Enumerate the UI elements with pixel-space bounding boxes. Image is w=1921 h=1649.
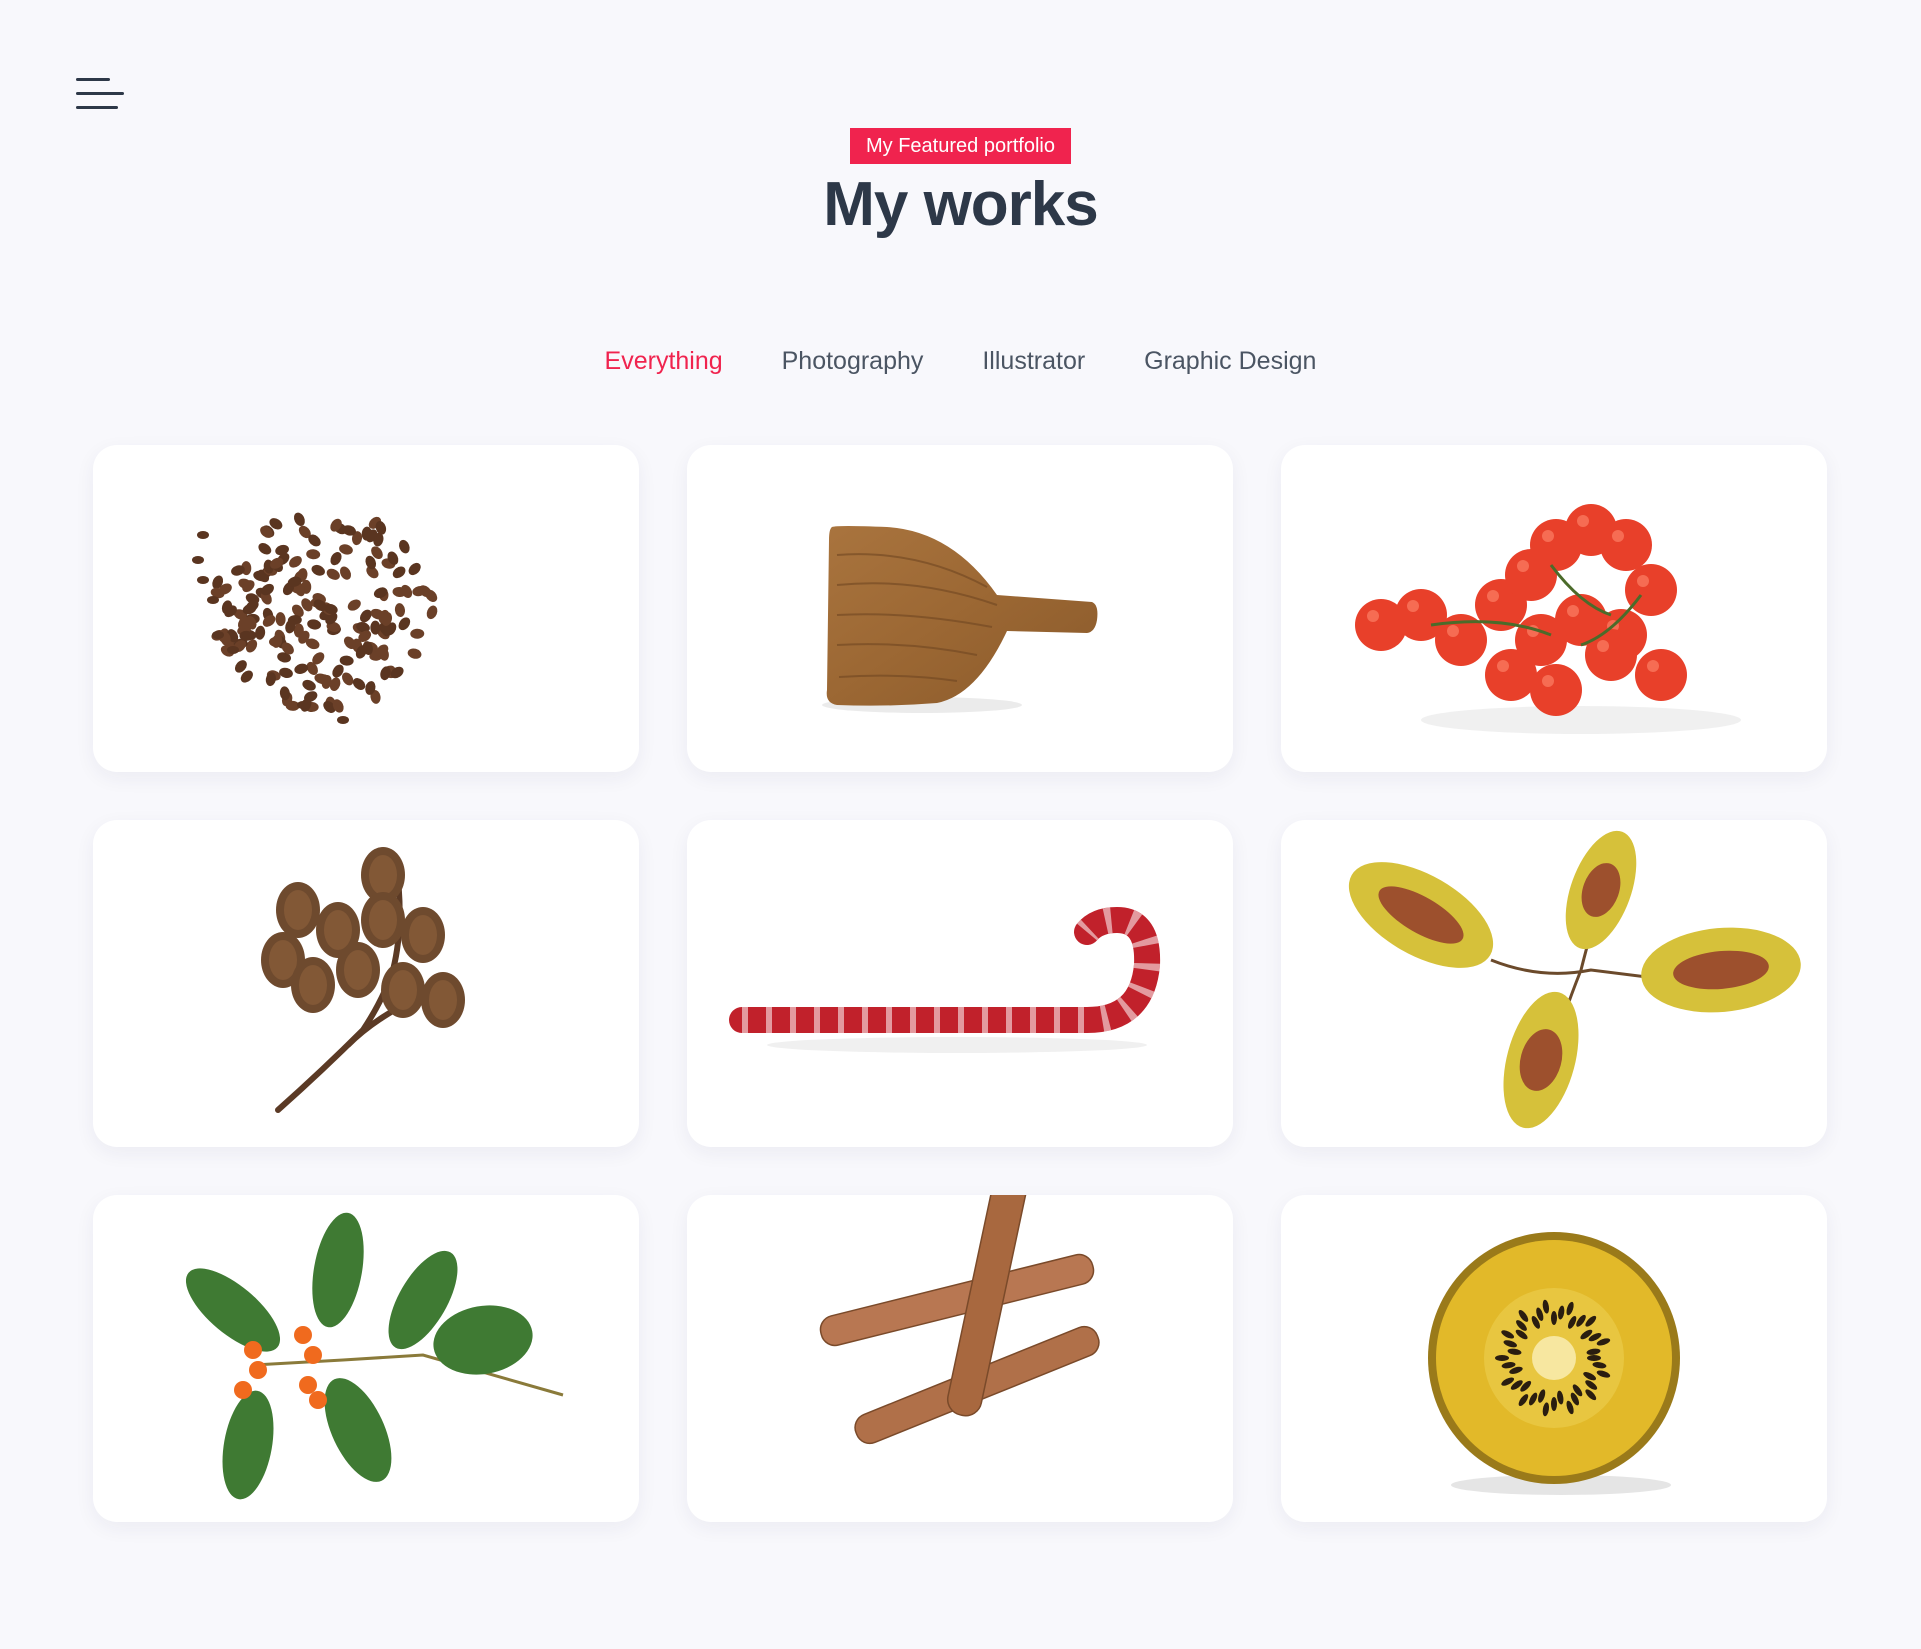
portfolio-item-tomatoes[interactable]: [1281, 445, 1827, 772]
filter-tab-everything[interactable]: Everything: [605, 347, 723, 376]
filter-tab-photography[interactable]: Photography: [782, 347, 924, 376]
cinnamon-sticks-image: [819, 1195, 1100, 1445]
portfolio-item-coleus-leaves[interactable]: [1281, 820, 1827, 1147]
portfolio-item-coffee-beans[interactable]: [93, 445, 639, 772]
cutting-board-image: [822, 526, 1098, 713]
alder-cones-image: [261, 847, 465, 1113]
berry-branch-image: [185, 1212, 564, 1500]
portfolio-item-berry-branch[interactable]: [93, 1195, 639, 1522]
page-title: My works: [823, 170, 1099, 239]
hamburger-menu-icon[interactable]: [76, 78, 126, 112]
portfolio-item-cinnamon-sticks[interactable]: [687, 1195, 1233, 1522]
candy-cane-image: [729, 906, 1161, 1053]
kiwi-slice-image: [1428, 1232, 1680, 1495]
portfolio-item-kiwi[interactable]: [1281, 1195, 1827, 1522]
coleus-leaves-image: [1348, 830, 1801, 1129]
filter-tab-graphic-design[interactable]: Graphic Design: [1144, 347, 1316, 376]
coffee-beans-image: [192, 512, 438, 724]
portfolio-item-candy-cane[interactable]: [687, 820, 1233, 1147]
portfolio-item-alder-cones[interactable]: [93, 820, 639, 1147]
tomatoes-image: [1355, 504, 1741, 734]
filter-tab-illustrator[interactable]: Illustrator: [982, 347, 1085, 376]
section-header: My Featured portfolio My works: [0, 128, 1921, 242]
portfolio-filter-tabs: Everything Photography Illustrator Graph…: [0, 347, 1921, 376]
portfolio-item-cutting-board[interactable]: [687, 445, 1233, 772]
featured-badge: My Featured portfolio: [850, 128, 1071, 164]
portfolio-grid: [93, 445, 1827, 1522]
